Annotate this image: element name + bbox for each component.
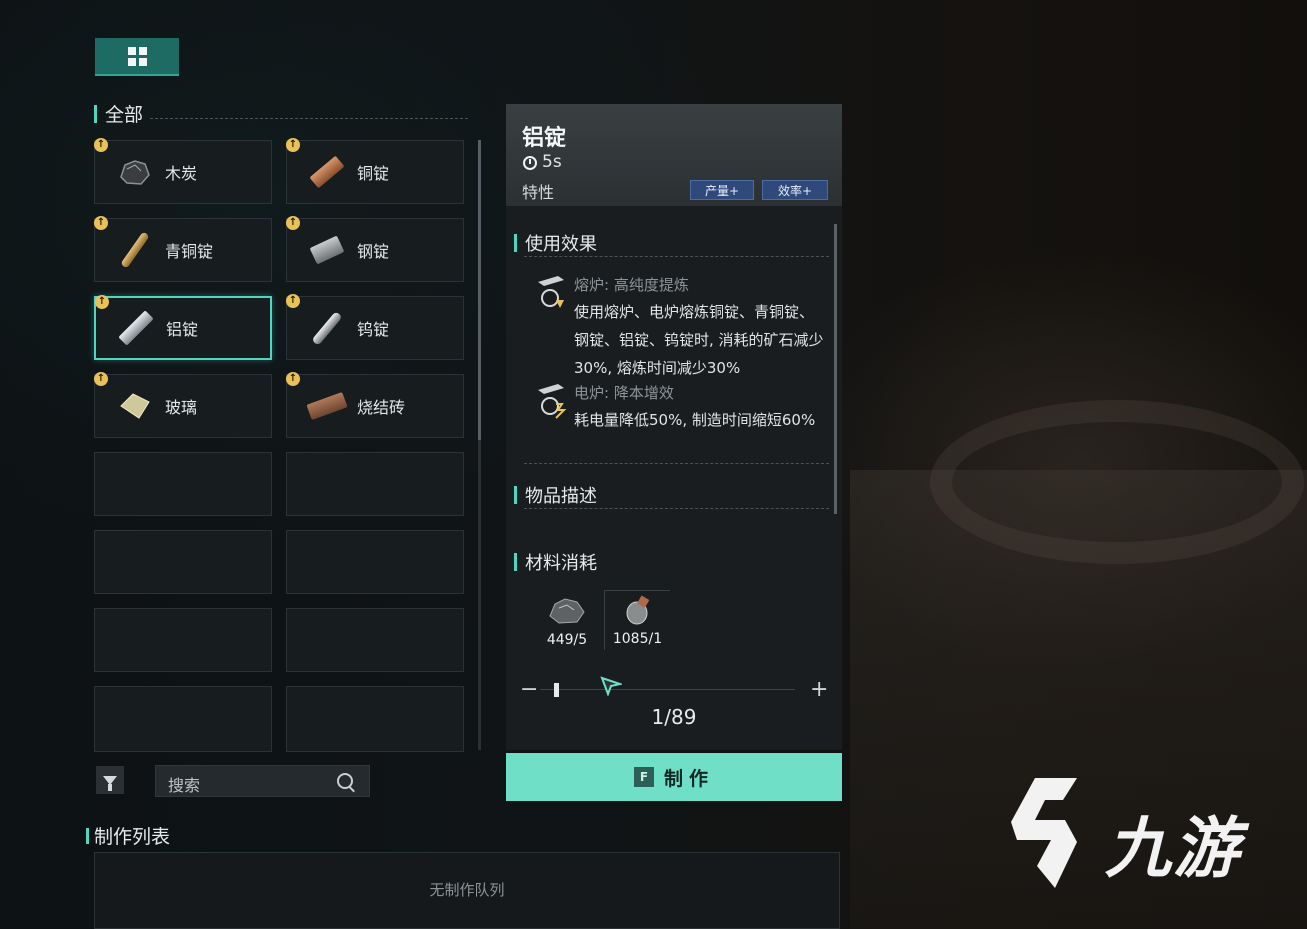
detail-title: 铝锭 <box>522 126 567 151</box>
upgrade-badge: ↑ <box>94 216 108 230</box>
item-slot-glass[interactable]: ↑ 玻璃 <box>94 372 272 438</box>
material-ore[interactable]: 449/5 <box>535 592 599 656</box>
item-slot-charcoal[interactable]: ↑ 木炭 <box>94 138 272 204</box>
effects-label: 使用效果 <box>514 230 597 256</box>
empty-slot <box>94 452 272 516</box>
quantity-decrease-button[interactable]: − <box>520 677 538 702</box>
upgrade-badge: ↑ <box>286 138 300 152</box>
filter-icon <box>103 775 117 791</box>
copper-ingot-icon <box>305 152 349 192</box>
material-count: 449/5 <box>546 632 588 648</box>
item-slot-tungsten-ingot[interactable]: ↑ 钨锭 <box>286 294 464 360</box>
charcoal-icon <box>113 152 157 192</box>
item-list-scroll-thumb[interactable] <box>478 140 481 440</box>
upgrade-badge: ↑ <box>95 295 109 309</box>
divider <box>150 118 468 119</box>
queue-label: 制作列表 <box>86 822 170 849</box>
grid-icon <box>127 46 147 66</box>
watermark-text: 九游 <box>1105 810 1241 887</box>
empty-slot <box>94 530 272 594</box>
item-slot-bronze-ingot[interactable]: ↑ 青铜锭 <box>94 216 272 282</box>
empty-slot <box>286 686 464 752</box>
search-input[interactable]: 搜索 <box>155 765 370 797</box>
ore-icon <box>549 598 585 624</box>
craft-time: 5s <box>542 152 562 172</box>
empty-slot <box>94 686 272 752</box>
queue-empty-text: 无制作队列 <box>429 881 505 899</box>
upgrade-badge: ↑ <box>94 138 108 152</box>
item-name: 木炭 <box>165 164 198 183</box>
item-slot-steel-ingot[interactable]: ↑ 钢锭 <box>286 216 464 282</box>
glass-icon <box>113 386 157 426</box>
material-count: 1085/1 <box>612 631 663 647</box>
aluminum-ingot-icon <box>114 308 158 348</box>
item-name: 钢锭 <box>357 242 390 261</box>
effect-body: 耗电量降低50%, 制造时间缩短60% <box>574 411 816 429</box>
effect-body: 使用熔炉、电炉熔炼铜锭、青铜锭、钢锭、铝锭、钨锭时, 消耗的矿石减少30%, 熔… <box>574 303 824 377</box>
quantity-increase-button[interactable]: + <box>810 677 828 702</box>
watermark-logo-icon <box>1011 778 1077 888</box>
upgrade-badge: ↑ <box>286 216 300 230</box>
item-name: 玻璃 <box>165 398 198 417</box>
quantity-slider[interactable] <box>540 689 795 690</box>
fuel-icon <box>626 595 650 625</box>
materials-label: 材料消耗 <box>514 549 597 575</box>
description-label: 物品描述 <box>514 482 597 508</box>
upgrade-badge: ↑ <box>286 294 300 308</box>
trait-tag-efficiency[interactable]: 效率+ <box>762 180 828 200</box>
cursor-icon <box>600 676 622 696</box>
quantity-slider-thumb[interactable] <box>554 683 559 697</box>
craft-button[interactable]: F 制作 <box>506 753 842 801</box>
brick-icon <box>305 386 349 426</box>
background-furnace-ring <box>930 400 1304 564</box>
empty-slot <box>286 608 464 672</box>
clock-icon <box>523 156 537 170</box>
search-placeholder: 搜索 <box>168 776 201 795</box>
effect-head: 熔炉: 高纯度提炼 <box>574 276 689 294</box>
material-fuel[interactable]: 1085/1 <box>604 590 670 650</box>
effect-electric-furnace: 电炉: 降本增效 耗电量降低50%, 制造时间缩短60% <box>526 382 826 462</box>
list-section-label: 全部 <box>94 100 143 127</box>
empty-slot <box>286 452 464 516</box>
item-name: 钨锭 <box>357 320 390 339</box>
search-icon[interactable] <box>337 773 353 789</box>
bronze-ingot-icon <box>113 230 157 270</box>
tungsten-ingot-icon <box>305 308 349 348</box>
upgrade-badge: ↑ <box>286 372 300 386</box>
furnace-effect-icon <box>538 276 564 308</box>
effect-head: 电炉: 降本增效 <box>574 384 674 402</box>
category-tab-all[interactable] <box>95 38 179 76</box>
effect-furnace: 熔炉: 高纯度提炼 使用熔炉、电炉熔炼铜锭、青铜锭、钢锭、铝锭、钨锭时, 消耗的… <box>526 274 826 377</box>
item-name: 铜锭 <box>357 164 390 183</box>
item-name: 烧结砖 <box>357 398 406 417</box>
item-slot-aluminum-ingot[interactable]: ↑ 铝锭 <box>94 295 272 360</box>
item-slot-brick[interactable]: ↑ 烧结砖 <box>286 372 464 438</box>
divider <box>524 508 829 509</box>
hotkey-badge: F <box>633 767 654 787</box>
craft-label: 制作 <box>663 767 714 790</box>
trait-label: 特性 <box>522 183 555 202</box>
steel-ingot-icon <box>305 230 349 270</box>
trait-tag-output[interactable]: 产量+ <box>690 180 754 200</box>
craft-queue: 无制作队列 <box>94 852 840 929</box>
divider <box>524 463 829 464</box>
item-slot-copper-ingot[interactable]: ↑ 铜锭 <box>286 138 464 204</box>
item-name: 青铜锭 <box>165 242 214 261</box>
filter-button[interactable] <box>96 766 124 794</box>
item-name: 铝锭 <box>166 320 199 339</box>
divider <box>524 256 829 257</box>
empty-slot <box>94 608 272 672</box>
upgrade-badge: ↑ <box>94 372 108 386</box>
electric-furnace-effect-icon <box>538 384 567 419</box>
detail-scrollbar[interactable] <box>834 224 837 514</box>
quantity-readout: 1/89 <box>651 705 697 729</box>
empty-slot <box>286 530 464 594</box>
